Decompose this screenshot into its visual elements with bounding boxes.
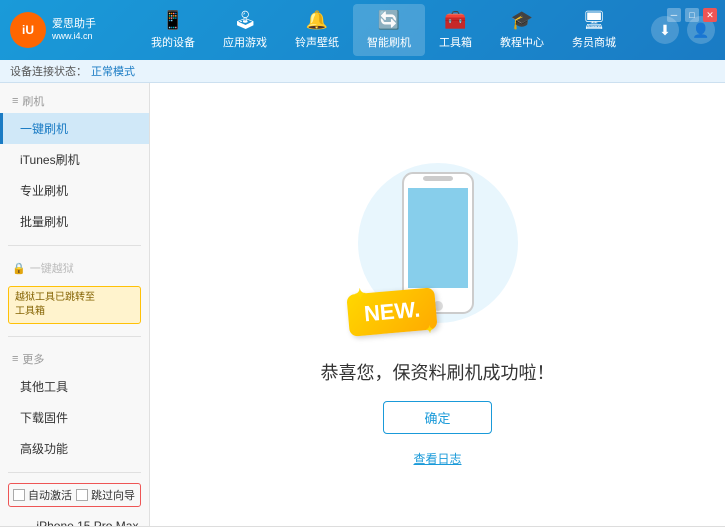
sidebar-jailbreak-header: 🔒 一键越狱 <box>0 254 149 282</box>
logo: iU 爱思助手 www.i4.cn <box>10 12 96 48</box>
new-badge: ✦ NEW. ✦ <box>346 287 438 337</box>
sidebar-item-other-tools[interactable]: 其他工具 <box>0 371 149 402</box>
sidebar-item-download-firmware[interactable]: 下载固件 <box>0 402 149 433</box>
main-layout: ≡ 刷机 一键刷机 iTunes刷机 专业刷机 批量刷机 <box>0 83 725 526</box>
toolbox-icon: 🧰 <box>444 10 466 31</box>
sidebar: ≡ 刷机 一键刷机 iTunes刷机 专业刷机 批量刷机 <box>0 83 150 526</box>
service-icon: 🖥 <box>583 10 606 31</box>
divider-2 <box>8 336 141 337</box>
window-controls: ─ □ ✕ <box>667 8 717 22</box>
nav-service[interactable]: 🖥 务员商城 <box>558 4 630 56</box>
sidebar-group-flash: ≡ 刷机 <box>0 87 149 113</box>
logo-text: 爱思助手 www.i4.cn <box>52 17 96 43</box>
success-illustration: ✦ ✦ ✦ NEW. ✦ 恭喜您，保资料刷机成功啦！ 确定 查看日志 <box>321 143 555 467</box>
checkbox-auto-activate[interactable] <box>13 489 25 501</box>
flash-icon: 🔄 <box>378 10 400 31</box>
device-item: 📱 iPhone 15 Pro Max 512GB iPhone <box>8 513 141 526</box>
close-button[interactable]: ✕ <box>703 8 717 22</box>
flash-group-icon: ≡ <box>12 95 18 107</box>
header: iU 爱思助手 www.i4.cn 📱 我的设备 🕹 应用游戏 🔔 铃声壁纸 🔄 <box>0 0 725 60</box>
more-group-icon: ≡ <box>12 353 18 365</box>
apps-icon: 🕹 <box>234 10 257 31</box>
skip-guide-checkbox[interactable]: 跳过向导 <box>76 487 135 503</box>
nav-smart-flash[interactable]: 🔄 智能刷机 <box>353 4 425 56</box>
nav-tutorial[interactable]: 🎓 教程中心 <box>486 4 558 56</box>
auto-options: 自动激活 跳过向导 <box>8 483 141 507</box>
flash-group-label: 刷机 <box>22 93 44 109</box>
lock-icon: 🔒 <box>12 262 26 275</box>
divider-1 <box>8 245 141 246</box>
phone-container: ✦ ✦ ✦ NEW. ✦ <box>348 143 528 343</box>
nav-toolbox[interactable]: 🧰 工具箱 <box>425 4 486 56</box>
nav-ringtones[interactable]: 🔔 铃声壁纸 <box>281 4 353 56</box>
auto-options-container: 自动激活 跳过向导 📱 iPhone 15 Pro Max 512GB iPho… <box>0 477 149 526</box>
badge-stars: ✦ <box>353 285 366 303</box>
nav-apps-games[interactable]: 🕹 应用游戏 <box>209 4 281 56</box>
sidebar-section-flash: ≡ 刷机 一键刷机 iTunes刷机 专业刷机 批量刷机 <box>0 83 149 241</box>
sidebar-section-more: ≡ 更多 其他工具 下载固件 高级功能 <box>0 341 149 468</box>
sidebar-menu: ≡ 刷机 一键刷机 iTunes刷机 专业刷机 批量刷机 <box>0 83 149 468</box>
device-info: iPhone 15 Pro Max 512GB iPhone <box>36 517 138 526</box>
tutorial-icon: 🎓 <box>511 10 533 31</box>
status-row: 设备连接状态： 正常模式 <box>0 60 725 83</box>
sidebar-bottom: 自动激活 跳过向导 📱 iPhone 15 Pro Max 512GB iPho… <box>0 468 149 526</box>
badge-star-right: ✦ <box>425 324 434 336</box>
device-icon: 📱 <box>162 10 184 31</box>
log-link[interactable]: 查看日志 <box>413 450 461 467</box>
maximize-button[interactable]: □ <box>685 8 699 22</box>
sidebar-item-onekey[interactable]: 一键刷机 <box>0 113 149 144</box>
sidebar-section-jailbreak: 🔒 一键越狱 越狱工具已跳转至工具箱 <box>0 250 149 332</box>
ringtone-icon: 🔔 <box>306 10 328 31</box>
minimize-button[interactable]: ─ <box>667 8 681 22</box>
more-group-label: 更多 <box>22 351 44 367</box>
logo-icon: iU <box>10 12 46 48</box>
sidebar-item-itunes[interactable]: iTunes刷机 <box>0 144 149 175</box>
auto-activate-checkbox[interactable]: 自动激活 <box>13 487 72 503</box>
confirm-button[interactable]: 确定 <box>383 401 491 434</box>
nav-bar: 📱 我的设备 🕹 应用游戏 🔔 铃声壁纸 🔄 智能刷机 🧰 工具箱 🎓 <box>116 4 651 56</box>
sidebar-item-pro[interactable]: 专业刷机 <box>0 175 149 206</box>
success-text: 恭喜您，保资料刷机成功啦！ <box>321 359 555 385</box>
main-content: ✦ ✦ ✦ NEW. ✦ 恭喜您，保资料刷机成功啦！ 确定 查看日志 <box>150 83 725 526</box>
checkbox-skip-guide[interactable] <box>76 489 88 501</box>
sidebar-group-more: ≡ 更多 <box>0 345 149 371</box>
sidebar-item-batch[interactable]: 批量刷机 <box>0 206 149 237</box>
nav-my-device[interactable]: 📱 我的设备 <box>137 4 209 56</box>
sidebar-notice: 越狱工具已跳转至工具箱 <box>8 286 141 324</box>
divider-3 <box>8 472 141 473</box>
sidebar-item-advanced[interactable]: 高级功能 <box>0 433 149 464</box>
